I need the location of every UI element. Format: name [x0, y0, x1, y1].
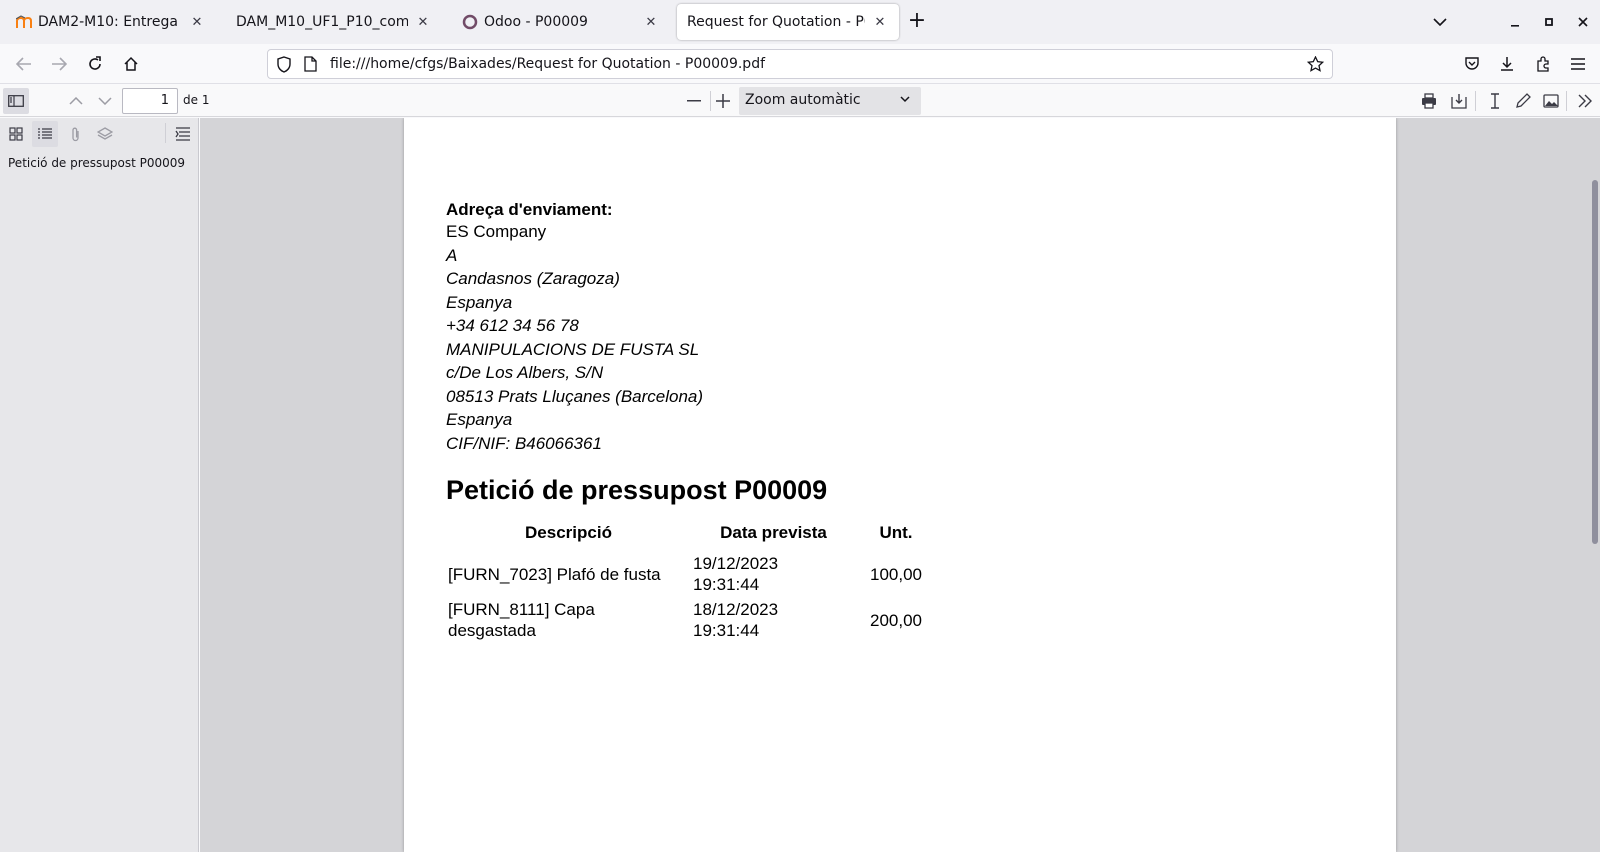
- next-page-icon[interactable]: [92, 88, 118, 114]
- odoo-icon: [462, 14, 478, 30]
- print-icon[interactable]: [1416, 88, 1442, 114]
- order-lines-table: Descripció Data prevista Unt. [FURN_7023…: [446, 523, 936, 643]
- downloads-icon[interactable]: [1494, 51, 1520, 77]
- zoom-out-icon[interactable]: [681, 88, 707, 114]
- page-file-icon[interactable]: [304, 56, 317, 72]
- tab-moodle[interactable]: DAM2-M10: Entrega P9 ( ✕: [6, 4, 216, 40]
- page-number-input[interactable]: 1: [122, 88, 178, 114]
- previous-page-icon[interactable]: [63, 88, 89, 114]
- column-header-quantity: Unt.: [879, 523, 913, 542]
- shipping-address-line: A: [446, 245, 458, 265]
- table-header-row: Descripció Data prevista Unt.: [446, 523, 936, 551]
- line-description-text: [FURN_8111] Capa: [448, 600, 595, 619]
- tab-practica[interactable]: DAM_M10_UF1_P10_compr ✕: [226, 4, 442, 40]
- bookmark-star-icon[interactable]: [1307, 56, 1324, 72]
- vendor-tax-id: CIF/NIF: B46066361: [446, 433, 602, 453]
- line-planned-date: 18/12/2023 19:31:44: [691, 597, 856, 643]
- document-body: Adreça d'enviament: ES Company A Candasn…: [446, 200, 827, 507]
- shipping-address-label: Adreça d'enviament:: [446, 200, 613, 219]
- line-quantity: 200,00: [870, 610, 922, 630]
- tab-title: DAM2-M10: Entrega P9 (: [38, 14, 182, 30]
- column-header-planned-date: Data prevista: [720, 523, 827, 542]
- sidebar-tools: [0, 118, 199, 148]
- menu-hamburger-icon[interactable]: [1565, 51, 1591, 77]
- vendor-address-line: Espanya: [446, 410, 513, 429]
- vertical-scrollbar[interactable]: [1590, 118, 1600, 852]
- minimize-window-icon[interactable]: [1503, 10, 1527, 34]
- vendor-name: MANIPULACIONS DE FUSTA SL: [446, 339, 700, 359]
- tab-title: Request for Quotation - P00: [687, 14, 865, 30]
- table-row: [FURN_7023] Plafó de fusta 19/12/2023 19…: [446, 551, 936, 597]
- maximize-window-icon[interactable]: [1537, 10, 1561, 34]
- text-cursor-icon[interactable]: [1482, 88, 1508, 114]
- line-description: [FURN_7023] Plafó de fusta: [446, 551, 691, 597]
- home-icon[interactable]: [118, 51, 144, 77]
- zoom-select-value: Zoom automàtic: [745, 92, 861, 108]
- thumbnails-grid-icon[interactable]: [3, 121, 29, 147]
- extensions-icon[interactable]: [1530, 51, 1556, 77]
- address-bar[interactable]: file:///home/cfgs/Baixades/Request for Q…: [267, 49, 1333, 79]
- list-all-tabs-icon[interactable]: [1428, 10, 1452, 34]
- line-date: 19/12/2023: [693, 554, 779, 573]
- vendor-address-line: 08513 Prats Lluçanes (Barcelona): [446, 386, 704, 406]
- column-header-description: Descripció: [525, 523, 612, 542]
- tab-title: DAM_M10_UF1_P10_compr: [236, 14, 408, 30]
- toggle-sidebar-icon[interactable]: [3, 88, 29, 114]
- tab-request-for-quotation[interactable]: Request for Quotation - P00 ✕: [677, 4, 899, 40]
- document-title: Petició de pressupost P00009: [446, 475, 828, 505]
- draw-pen-icon[interactable]: [1510, 88, 1536, 114]
- pdf-toolbar: 1 de 1 Zoom automàtic: [0, 85, 1600, 117]
- line-quantity: 100,00: [870, 564, 922, 584]
- line-date: 18/12/2023: [693, 600, 779, 619]
- close-tab-icon[interactable]: ✕: [414, 15, 432, 30]
- current-outline-item-icon[interactable]: [170, 121, 196, 147]
- close-tab-icon[interactable]: ✕: [188, 15, 206, 30]
- chevron-down-icon: [899, 93, 911, 105]
- tab-odoo[interactable]: Odoo - P00009 ✕: [452, 4, 670, 40]
- line-description-text: desgastada: [448, 621, 536, 640]
- shipping-address-line: Candasnos (Zaragoza): [446, 269, 620, 288]
- reload-icon[interactable]: [82, 51, 108, 77]
- shipping-company: ES Company: [446, 222, 547, 241]
- navigation-toolbar: file:///home/cfgs/Baixades/Request for Q…: [0, 44, 1600, 84]
- outline-list-icon[interactable]: [32, 121, 58, 147]
- moodle-icon: [16, 14, 32, 30]
- attachments-paperclip-icon[interactable]: [63, 121, 89, 147]
- tab-title: Odoo - P00009: [484, 14, 588, 30]
- url-text[interactable]: file:///home/cfgs/Baixades/Request for Q…: [330, 56, 765, 72]
- pdf-sidebar: Petició de pressupost P00009: [0, 118, 199, 852]
- tab-strip: DAM2-M10: Entrega P9 ( ✕ DAM_M10_UF1_P10…: [0, 0, 1600, 44]
- new-tab-button[interactable]: +: [905, 10, 929, 34]
- vendor-address-line: c/De Los Albers, S/N: [446, 363, 604, 382]
- line-description-text: [FURN_7023] Plafó de fusta: [448, 564, 661, 584]
- shipping-address-line: Espanya: [446, 292, 513, 312]
- pdf-viewer-container: Adreça d'enviament: ES Company A Candasn…: [200, 118, 1600, 852]
- sidebar-separator: [165, 123, 166, 143]
- pdf-page: Adreça d'enviament: ES Company A Candasn…: [404, 118, 1396, 852]
- zoom-in-icon[interactable]: [710, 88, 736, 114]
- forward-arrow-icon[interactable]: [46, 51, 72, 77]
- table-row: [FURN_8111] Capa desgastada 18/12/2023 1…: [446, 597, 936, 643]
- close-tab-icon[interactable]: ✕: [871, 15, 889, 30]
- outline-item[interactable]: Petició de pressupost P00009: [8, 156, 185, 170]
- scrollbar-thumb[interactable]: [1592, 180, 1598, 544]
- page-count-label: de 1: [183, 93, 210, 107]
- toolbar-separator: [1475, 91, 1476, 111]
- line-planned-date: 19/12/2023 19:31:44: [691, 551, 856, 597]
- shipping-phone: +34 612 34 56 78: [446, 316, 579, 335]
- tools-double-chevron-icon[interactable]: [1572, 88, 1598, 114]
- line-time: 19:31:44: [693, 575, 760, 594]
- close-tab-icon[interactable]: ✕: [642, 15, 660, 30]
- pocket-icon[interactable]: [1459, 51, 1485, 77]
- zoom-select[interactable]: Zoom automàtic: [739, 87, 921, 115]
- line-description: [FURN_8111] Capa desgastada: [446, 597, 691, 643]
- layers-icon[interactable]: [92, 121, 118, 147]
- save-download-icon[interactable]: [1446, 88, 1472, 114]
- shield-icon[interactable]: [276, 56, 292, 73]
- add-image-icon[interactable]: [1538, 88, 1564, 114]
- toolbar-separator: [1566, 91, 1567, 111]
- line-time: 19:31:44: [693, 621, 760, 640]
- back-arrow-icon[interactable]: [11, 51, 37, 77]
- close-window-icon[interactable]: [1571, 10, 1595, 34]
